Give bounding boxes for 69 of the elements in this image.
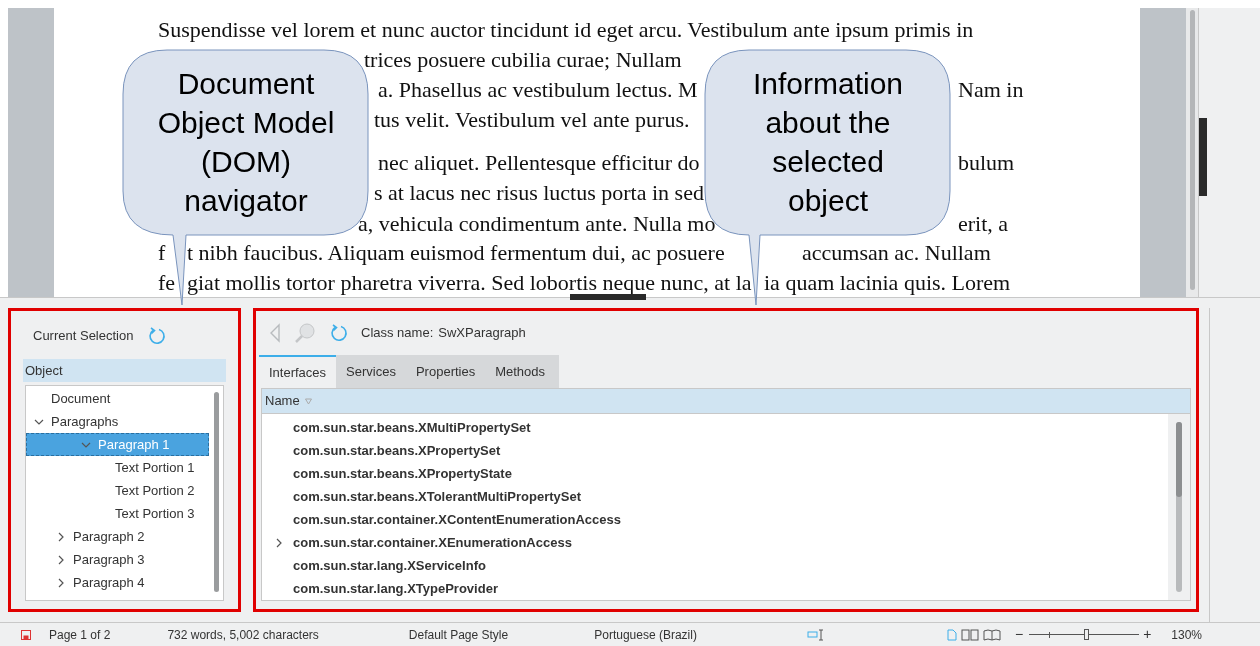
document-text: Suspendisse vel lorem et nunc auctor tincidunt id eget arcu. Vestibulum ante ipsum primis in <box>158 19 974 41</box>
refresh-icon[interactable] <box>147 326 168 346</box>
interface-name[interactable]: com.sun.star.beans.XTolerantMultiPropertySet <box>293 486 581 507</box>
document-text: trices posuere cubilia curae; Nullam <box>364 49 682 71</box>
tree-item[interactable]: Document <box>26 387 209 410</box>
chevron-right-icon[interactable] <box>274 537 284 548</box>
scrollbar-thumb[interactable] <box>1189 10 1195 290</box>
zoom-slider[interactable] <box>1029 628 1140 641</box>
sort-icon[interactable] <box>304 397 312 405</box>
search-icon[interactable] <box>293 321 317 344</box>
interface-name[interactable]: com.sun.star.lang.XServiceInfo <box>293 555 486 576</box>
chevron-right-icon[interactable] <box>56 554 66 565</box>
book-view-icon[interactable] <box>982 628 1001 641</box>
class-name-value: SwXParagraph <box>438 324 526 342</box>
tree-item[interactable]: Paragraph 2 <box>26 525 209 548</box>
document-text: erit, a <box>958 213 1009 235</box>
document-text: fe <box>158 272 176 294</box>
callout-text: Information about the selected object <box>751 66 905 219</box>
document-text: giat mollis tortor pharetra viverra. Sed lobortis neque nunc, at la <box>187 272 752 294</box>
tab[interactable]: Services <box>336 354 406 388</box>
interface-name[interactable]: com.sun.star.beans.XPropertyState <box>293 463 512 484</box>
column-header[interactable]: Name <box>262 389 1190 413</box>
interface-name[interactable]: com.sun.star.container.XContentEnumerationAccess <box>293 509 621 530</box>
callout-text: Document Object Model (DOM) navigator <box>156 66 336 219</box>
tree-item[interactable]: Paragraph 3 <box>26 548 209 571</box>
tree-item[interactable]: Paragraph 4 <box>26 571 209 594</box>
page-count[interactable]: Page 1 of 2 <box>49 625 111 644</box>
refresh-icon[interactable] <box>329 322 349 343</box>
tree-item[interactable]: Text Portion 3 <box>26 502 209 525</box>
chevron-right-icon[interactable] <box>56 531 66 542</box>
panel-title: Current Selection <box>33 327 134 346</box>
document-text: Nam in <box>958 79 1024 101</box>
document-text: t nibh faucibus. Aliquam euismod fermentum dui, ac posuere <box>187 242 725 264</box>
tree-item[interactable]: Text Portion 2 <box>26 479 209 502</box>
single-page-view-icon[interactable] <box>946 628 957 641</box>
interface-name[interactable]: com.sun.star.beans.XPropertySet <box>293 440 501 461</box>
tab[interactable]: Methods <box>485 354 560 388</box>
zoom-slider-thumb[interactable] <box>1084 629 1090 640</box>
tree-item[interactable]: Paragraphs <box>26 410 209 433</box>
interface-name[interactable]: com.sun.star.lang.XTypeProvider <box>293 578 498 599</box>
save-icon[interactable] <box>21 629 31 640</box>
column-header[interactable]: Object <box>23 359 226 382</box>
document-text: nec aliquet. Pellentesque efficitur do <box>378 152 700 174</box>
document-text: tus velit. Vestibulum vel ante purus. <box>374 109 690 131</box>
document-text: ia quam lacinia quis. Lorem <box>764 272 1011 294</box>
interface-name[interactable]: com.sun.star.container.XEnumerationAccess <box>293 532 572 553</box>
scrollbar-thumb[interactable] <box>1176 422 1182 497</box>
language[interactable]: Portuguese (Brazil) <box>594 625 697 644</box>
class-name-label: Class name: <box>361 324 434 342</box>
document-text: f <box>158 242 166 264</box>
zoom-out-button[interactable]: − <box>1014 624 1024 645</box>
page-style[interactable]: Default Page Style <box>408 625 509 644</box>
document-text: s at lacus nec risus luctus porta in sed <box>374 182 704 204</box>
zoom-percent[interactable]: 130% <box>1171 625 1202 644</box>
dock-handle[interactable] <box>570 294 646 300</box>
back-arrow-icon[interactable] <box>269 322 281 343</box>
chevron-right-icon[interactable] <box>56 577 66 588</box>
word-count[interactable]: 732 words, 5,002 characters <box>167 625 319 644</box>
tab[interactable]: Properties <box>405 354 486 388</box>
document-text: a, vehicula condimentum ante. Nulla mo <box>358 213 716 235</box>
document-text: bulum <box>958 152 1015 174</box>
document-text: a. Phasellus ac vestibulum lectus. M <box>378 79 698 101</box>
document-text: accumsan ac. Nullam <box>802 242 991 264</box>
multi-page-view-icon[interactable] <box>960 628 979 641</box>
interface-name[interactable]: com.sun.star.beans.XMultiPropertySet <box>293 417 531 438</box>
sidebar-handle[interactable] <box>1199 118 1207 196</box>
zoom-in-button[interactable]: + <box>1143 624 1152 645</box>
tree-item[interactable]: Text Portion 1 <box>26 456 209 479</box>
scrollbar-thumb[interactable] <box>213 392 219 592</box>
